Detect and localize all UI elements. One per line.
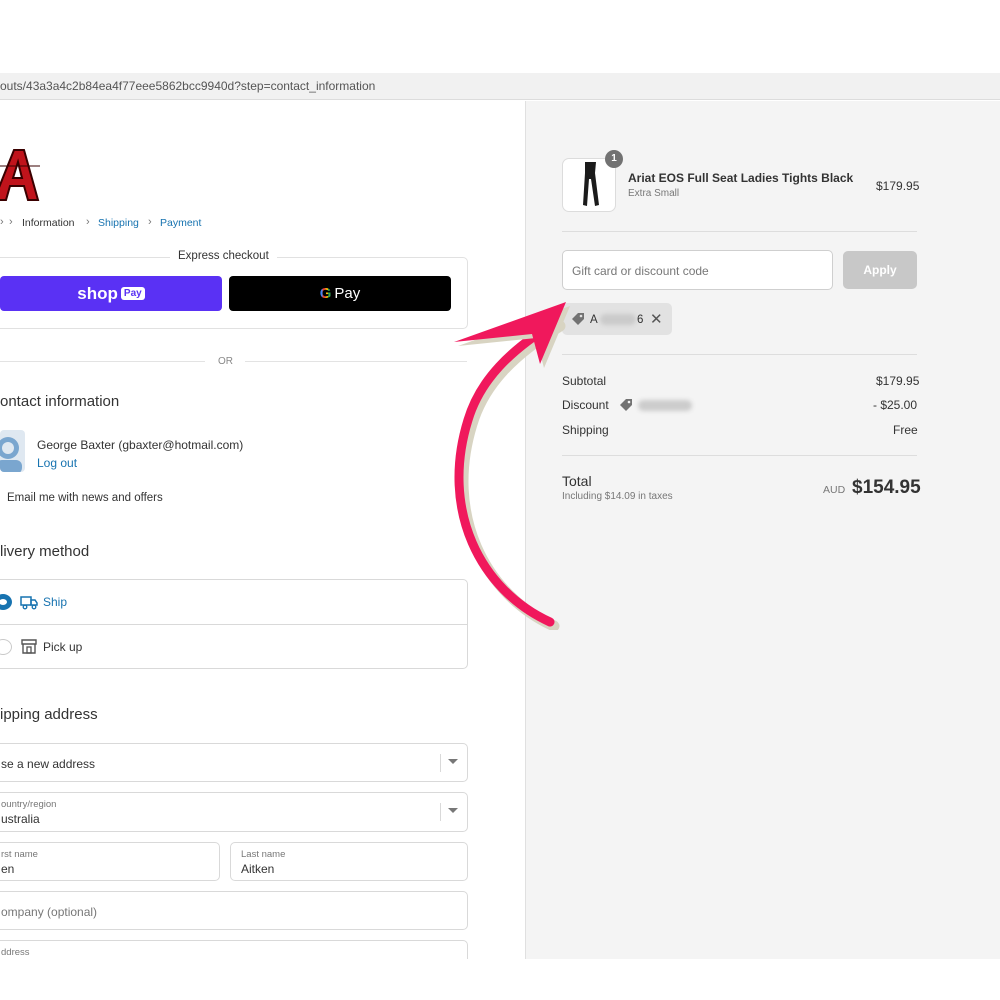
avatar [0,430,25,472]
ship-option-label[interactable]: Ship [43,595,67,609]
divider [440,754,441,772]
breadcrumb-payment[interactable]: Payment [160,217,201,229]
logout-link[interactable]: Log out [37,456,77,470]
chevron-right-icon: › [9,216,13,228]
breadcrumb-shipping[interactable]: Shipping [98,217,139,229]
saved-address-value: se a new address [1,757,96,771]
first-name-value: en [1,862,15,876]
remove-discount-icon[interactable]: ✕ [650,310,663,328]
divider [245,361,467,362]
google-pay-label: Pay [334,285,361,302]
country-value: ustralia [1,812,40,826]
first-name-label: rst name [1,849,38,860]
company-field[interactable]: ompany (optional) [0,891,468,930]
country-select[interactable]: ountry/region ustralia [0,792,468,832]
user-identity: George Baxter (gbaxter@hotmail.com) [37,438,244,452]
product-price: $179.95 [876,179,920,193]
apply-discount-button[interactable]: Apply [843,251,917,289]
redacted-code [600,314,636,325]
last-name-label: Last name [241,849,286,860]
quantity-badge: 1 [605,150,623,168]
divider [440,803,441,821]
subtotal-value: $179.95 [876,374,920,388]
discount-code-end: 6 [637,314,644,326]
annotation-arrow [454,302,570,630]
tag-icon [620,399,632,411]
chevron-right-icon: › [86,216,90,228]
divider [0,624,468,625]
company-placeholder: ompany (optional) [1,905,98,919]
discount-code-input[interactable]: Gift card or discount code [562,250,833,290]
shipping-address-heading: ipping address [0,706,98,723]
saved-address-select[interactable]: se a new address [0,743,468,782]
google-g-icon: G [319,285,332,302]
page-bottom-margin [0,959,1000,1000]
last-name-field[interactable]: Last name Aitken [230,842,468,881]
email-opt-in-label[interactable]: Email me with news and offers [7,492,163,504]
pickup-option-label[interactable]: Pick up [43,640,82,654]
delivery-heading: livery method [0,543,90,560]
currency-code: AUD [823,484,846,496]
country-label: ountry/region [1,799,57,810]
breadcrumb-information: Information [22,217,75,229]
store-icon [21,639,37,654]
divider [0,361,205,362]
contact-heading: ontact information [0,393,120,410]
express-checkout-title: Express checkout [170,250,277,262]
or-separator: OR [218,356,233,367]
store-logo[interactable] [0,146,40,202]
product-name: Ariat EOS Full Seat Ladies Tights Black [628,171,854,185]
google-pay-button[interactable]: G Pay [229,276,451,311]
first-name-field[interactable]: rst name en [0,842,220,881]
chevron-right-icon: › [148,216,152,228]
chevron-down-icon [448,808,458,813]
address-bar[interactable]: outs/43a3a4c2b84ea4f77eee5862bcc9940d?st… [0,73,1000,100]
shipping-value: Free [893,423,918,437]
total-amount: $154.95 [852,477,921,498]
chevron-down-icon [448,759,458,764]
address-label: ddress [1,947,30,958]
truck-icon [20,596,38,610]
shop-pay-pill: Pay [120,287,145,300]
product-variant: Extra Small [628,188,680,199]
divider [562,455,917,456]
discount-code-start: A [590,314,598,326]
divider [562,354,917,355]
divider [562,231,917,232]
shop-pay-button[interactable]: shop Pay [0,276,222,311]
discount-value: - $25.00 [873,398,918,412]
redacted-code [638,400,692,411]
shop-pay-wordmark: shop [77,283,118,303]
url-text[interactable]: outs/43a3a4c2b84ea4f77eee5862bcc9940d?st… [0,79,375,93]
chevron-right-icon: › [0,216,4,228]
order-summary-panel [525,101,1000,959]
last-name-value: Aitken [241,862,275,876]
discount-code-placeholder: Gift card or discount code [572,264,709,278]
